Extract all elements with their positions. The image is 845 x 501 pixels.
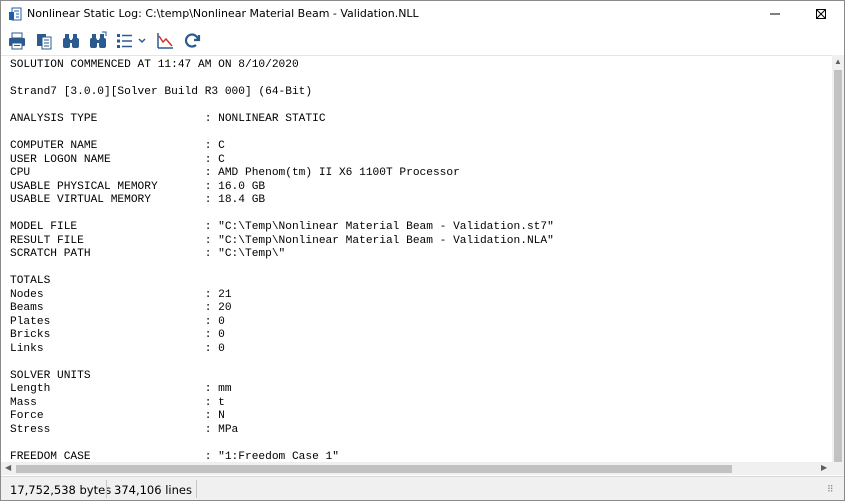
vertical-scrollbar[interactable]: ▲ [832, 55, 844, 462]
find-next-icon [90, 31, 107, 48]
refresh-icon [184, 33, 201, 48]
window-title: Nonlinear Static Log: C:\temp\Nonlinear … [27, 7, 419, 20]
list-options-icon [117, 34, 146, 48]
graph-icon [157, 33, 173, 49]
resize-grip-icon[interactable]: ⠿ [827, 485, 834, 494]
graph-button[interactable] [153, 29, 177, 53]
print-button[interactable] [5, 29, 29, 53]
horizontal-scroll-thumb[interactable] [16, 465, 732, 473]
line-count-status: 374,106 lines [114, 483, 192, 497]
scroll-up-icon[interactable]: ▲ [834, 58, 842, 66]
close-icon [816, 9, 826, 19]
status-divider [106, 480, 107, 498]
log-view[interactable]: SOLUTION COMMENCED AT 11:47 AM ON 8/10/2… [1, 55, 832, 463]
title-bar: Nonlinear Static Log: C:\temp\Nonlinear … [1, 1, 844, 27]
scroll-right-icon[interactable]: ▶ [821, 464, 827, 472]
log-text: SOLUTION COMMENCED AT 11:47 AM ON 8/10/2… [10, 59, 554, 463]
vertical-scroll-thumb[interactable] [834, 70, 842, 462]
minimize-icon [770, 13, 780, 15]
toolbar [1, 27, 844, 55]
log-window: Nonlinear Static Log: C:\temp\Nonlinear … [0, 0, 845, 501]
app-icon [8, 7, 22, 21]
horizontal-scrollbar[interactable]: ◀ ▶ [1, 462, 832, 475]
copy-icon [37, 34, 52, 50]
find-icon [63, 34, 79, 48]
copy-button[interactable] [32, 29, 56, 53]
list-options-button[interactable] [114, 29, 150, 53]
find-next-button[interactable] [86, 29, 110, 53]
status-bar: 17,752,538 bytes 374,106 lines ⠿ [1, 476, 844, 500]
find-button[interactable] [59, 29, 83, 53]
file-size-status: 17,752,538 bytes [10, 483, 112, 497]
minimize-button[interactable] [752, 1, 798, 27]
print-icon [9, 32, 25, 50]
scrollbar-corner [832, 462, 844, 475]
scroll-left-icon[interactable]: ◀ [5, 464, 11, 472]
status-divider [196, 480, 197, 498]
close-button[interactable] [798, 1, 844, 27]
refresh-button[interactable] [180, 29, 204, 53]
